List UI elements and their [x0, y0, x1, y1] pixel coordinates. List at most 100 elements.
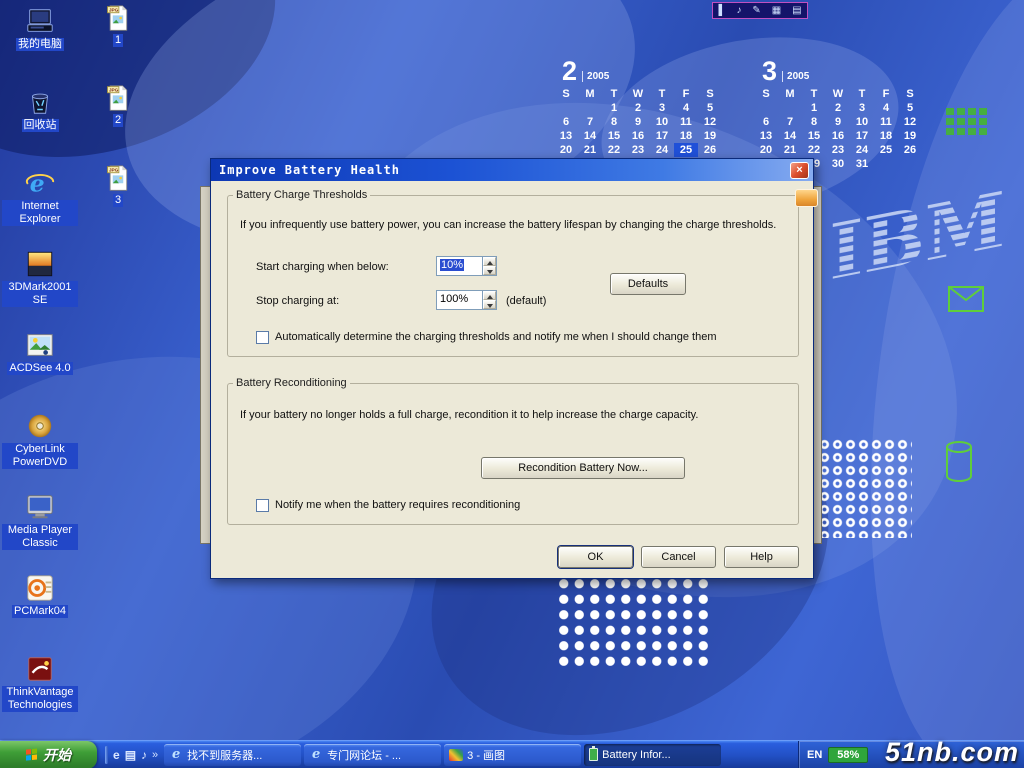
desktop-icon-my-computer[interactable]: 我的电脑	[2, 4, 78, 85]
calendar-day: 20	[554, 143, 578, 157]
dialog-titlebar[interactable]: Improve Battery Health ×	[211, 159, 813, 181]
stop-charging-value[interactable]: 100%	[437, 291, 482, 309]
calendar-day: 1	[802, 101, 826, 115]
taskbar-task[interactable]: e专门网论坛 - ...	[304, 744, 441, 766]
default-note: (default)	[506, 295, 546, 307]
calendar-month-number: 2	[562, 59, 577, 84]
start-button[interactable]: 开始	[0, 741, 97, 768]
help-button[interactable]: Help	[724, 546, 799, 568]
desktop-icon-mpc[interactable]: Media Player Classic	[2, 490, 78, 571]
desktop-icon-jpg[interactable]: JPG1	[92, 0, 144, 80]
calendar-day-header: M	[778, 87, 802, 101]
thresholds-description: If you infrequently use battery power, y…	[240, 219, 788, 231]
svg-text:JPG: JPG	[109, 88, 119, 94]
calendar-day: 6	[754, 115, 778, 129]
calendar-day: 5	[698, 101, 722, 115]
start-button-label: 开始	[43, 745, 71, 765]
calendar-day: 16	[626, 129, 650, 143]
close-icon[interactable]: ×	[790, 162, 809, 179]
clip-icon[interactable]: ▌	[718, 6, 725, 16]
envelope-icon	[948, 286, 984, 312]
pen-icon[interactable]: ✎	[752, 6, 760, 16]
start-charging-value[interactable]: 10%	[440, 259, 464, 271]
calendar-day: 26	[698, 143, 722, 157]
quick-launch-bar: e ▤ ♪ »	[97, 741, 164, 768]
svg-text:JPG: JPG	[109, 8, 119, 14]
keypad-grid-icon	[946, 108, 988, 138]
start-charging-spinner[interactable]: 10%	[436, 256, 497, 276]
language-indicator[interactable]: EN	[807, 749, 822, 761]
calendar-day-header: S	[754, 87, 778, 101]
calendar-day-header: S	[898, 87, 922, 101]
calendar-week: 20212223242526	[554, 143, 726, 157]
desktop-icon-acdsee[interactable]: ACDSee 4.0	[2, 328, 78, 409]
dot-matrix	[556, 576, 712, 668]
media-player-icon[interactable]: ♪	[141, 748, 147, 762]
calendar-week: 12345	[754, 101, 926, 115]
desktop-icon-pcmark[interactable]: PCMark04	[2, 571, 78, 652]
checkbox-icon[interactable]	[256, 499, 269, 512]
spin-down-icon[interactable]	[483, 300, 496, 309]
calendar-day: 18	[674, 129, 698, 143]
desktop-icon-label: 回收站	[22, 119, 59, 132]
thinkvantage-icon	[25, 652, 55, 684]
calendar-day: 10	[650, 115, 674, 129]
calendar-day: 16	[826, 129, 850, 143]
dialog-body: Battery Charge Thresholds If you infrequ…	[211, 181, 813, 578]
taskbar-task[interactable]: Battery Infor...	[584, 744, 721, 766]
pcmark-icon	[25, 571, 55, 603]
calendar-day	[578, 101, 602, 115]
cancel-button[interactable]: Cancel	[641, 546, 716, 568]
spin-up-icon[interactable]	[483, 291, 496, 300]
powerdvd-icon	[25, 409, 55, 441]
quicklaunch-grip[interactable]	[105, 746, 108, 764]
taskbar-task[interactable]: e找不到服务器...	[164, 744, 301, 766]
calendar-day: 24	[850, 143, 874, 157]
calendar-day: 12	[898, 115, 922, 129]
task-label: 找不到服务器...	[187, 747, 262, 763]
desktop-icon-jpg[interactable]: JPG2	[92, 80, 144, 160]
desktop-icon-column: JPG1JPG2JPG3	[92, 0, 144, 240]
group-legend: Battery Reconditioning	[233, 377, 350, 389]
defaults-button[interactable]: Defaults	[610, 273, 686, 295]
grid-icon[interactable]: ▦	[772, 6, 781, 16]
calendar-day: 22	[602, 143, 626, 157]
doc-icon[interactable]: ▤	[792, 6, 801, 16]
stop-charging-spinner[interactable]: 100%	[436, 290, 497, 310]
dialog-title: Improve Battery Health	[219, 163, 790, 177]
auto-determine-checkbox[interactable]: Automatically determine the charging thr…	[256, 331, 786, 344]
battery-indicator[interactable]: 58%	[828, 747, 868, 763]
speaker-icon[interactable]: ♪	[736, 6, 741, 16]
battery-icon	[589, 748, 598, 761]
ok-button[interactable]: OK	[558, 546, 633, 568]
calendar-day: 18	[874, 129, 898, 143]
background-window-button[interactable]	[795, 189, 818, 207]
calendar-week: 12345	[554, 101, 726, 115]
calendar-day: 13	[754, 129, 778, 143]
desktop-icon-recycle-bin[interactable]: 回收站	[2, 85, 78, 166]
notify-recondition-checkbox[interactable]: Notify me when the battery requires reco…	[256, 499, 786, 512]
desktop-icon-powerdvd[interactable]: CyberLink PowerDVD	[2, 409, 78, 490]
desktop-icon-ie[interactable]: eInternet Explorer	[2, 166, 78, 247]
desktop-toolbar: ▌ ♪ ✎ ▦ ▤	[712, 2, 808, 19]
calendar-month-header: 32005	[754, 52, 926, 84]
desktop-icon-3dmark[interactable]: 3DMark2001 SE	[2, 247, 78, 328]
3dmark-icon	[25, 247, 55, 279]
battery-charge-thresholds-group: Battery Charge Thresholds If you infrequ…	[227, 189, 799, 357]
taskbar-task[interactable]: 3 - 画图	[444, 744, 581, 766]
show-desktop-icon[interactable]: ▤	[125, 748, 136, 762]
spin-up-icon[interactable]	[483, 257, 496, 266]
desktop-icon-thinkvantage[interactable]: ThinkVantage Technologies	[2, 652, 78, 733]
calendar-day-header: F	[674, 87, 698, 101]
quicklaunch-overflow-icon[interactable]: »	[152, 749, 158, 761]
desktop-icon-jpg[interactable]: JPG3	[92, 160, 144, 240]
calendar-year: 2005	[582, 71, 609, 82]
ie-quicklaunch-icon[interactable]: e	[113, 748, 120, 762]
recondition-battery-button[interactable]: Recondition Battery Now...	[481, 457, 685, 479]
calendar-day: 22	[802, 143, 826, 157]
desktop-icon-label: PCMark04	[12, 605, 68, 618]
calendar-day: 25	[874, 143, 898, 157]
checkbox-icon[interactable]	[256, 331, 269, 344]
calendar-day: 13	[554, 129, 578, 143]
spin-down-icon[interactable]	[483, 266, 496, 275]
